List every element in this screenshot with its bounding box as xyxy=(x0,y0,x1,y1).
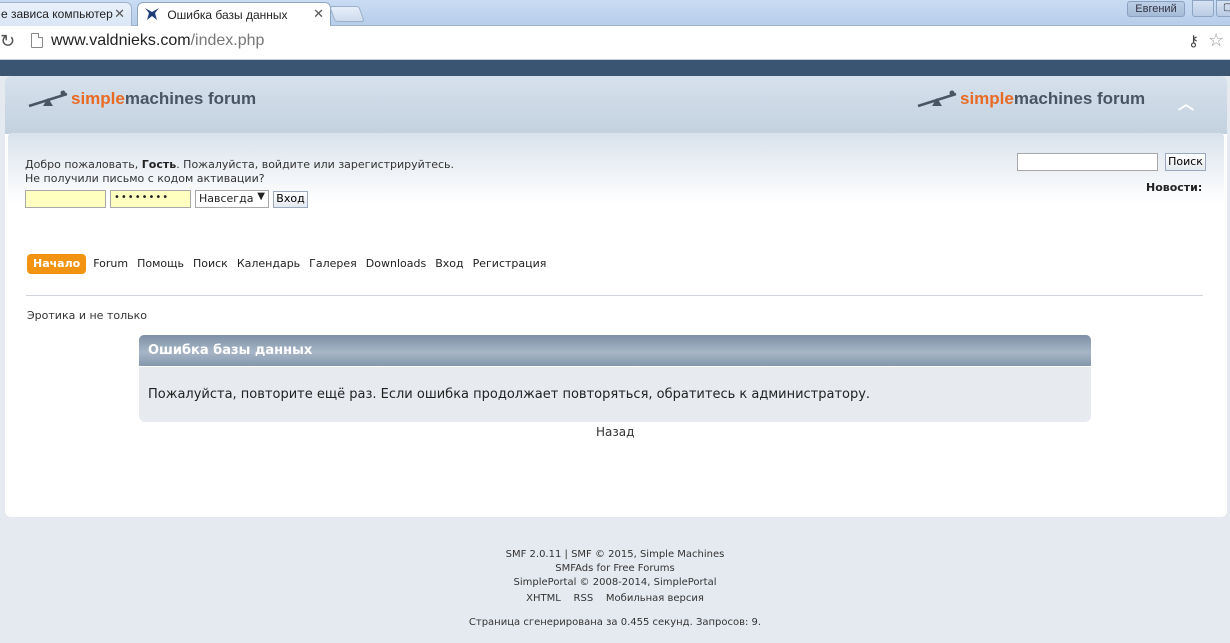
footer-link-rss[interactable]: RSS xyxy=(574,593,594,604)
window-button[interactable]: ▢ xyxy=(1216,0,1230,17)
address-bar[interactable]: www.valdnieks.com/index.php xyxy=(51,32,264,50)
star-icon[interactable]: ☆ xyxy=(1208,30,1224,51)
page-icon xyxy=(31,33,43,48)
back-link[interactable]: Назад xyxy=(596,425,634,439)
seesaw-logo-icon xyxy=(28,90,68,108)
welcome-text: Добро пожаловать, Гость. Пожалуйста, вой… xyxy=(25,158,455,185)
search-input[interactable] xyxy=(1017,153,1158,171)
session-length-select[interactable]: Навсегда ▼ xyxy=(195,190,269,208)
error-title: Ошибка базы данных xyxy=(139,335,1091,366)
close-icon[interactable]: ✕ xyxy=(114,6,125,22)
search-button[interactable]: Поиск xyxy=(1165,153,1206,171)
reload-icon[interactable]: ↻ xyxy=(0,33,15,51)
menu-item-search[interactable]: Поиск xyxy=(189,254,232,274)
footer-copyright[interactable]: SMF 2.0.11 | SMF © 2015, Simple Machines xyxy=(0,548,1230,562)
main-menu: Начало Forum Помощь Поиск Календарь Галерея Do… xyxy=(27,254,551,274)
footer-link-mobile[interactable]: Мобильная версия xyxy=(606,593,704,604)
url-path: /index.php xyxy=(190,32,265,49)
news-label: Новости: xyxy=(1146,181,1203,194)
smf-logo[interactable]: simplemachines forum xyxy=(916,89,1145,111)
divider xyxy=(26,295,1203,296)
menu-item-forum[interactable]: Forum xyxy=(89,254,132,274)
login-button[interactable]: Вход xyxy=(273,191,308,208)
menu-item-downloads[interactable]: Downloads xyxy=(362,254,430,274)
tab-title: е зависа компьютер xyxy=(1,7,113,21)
tab-title: Ошибка базы данных xyxy=(167,8,288,22)
footer: SMF 2.0.11 | SMF © 2015, Simple Machines… xyxy=(0,548,1230,630)
password-input[interactable]: •••••••• xyxy=(110,190,191,208)
activation-link[interactable]: Не получили письмо с кодом активации? xyxy=(25,172,265,185)
browser-tab[interactable]: е зависа компьютер ✕ xyxy=(0,2,132,26)
footer-link-xhtml[interactable]: XHTML xyxy=(526,593,561,604)
seesaw-logo-icon xyxy=(917,90,957,108)
menu-item-gallery[interactable]: Галерея xyxy=(305,254,361,274)
forum-wrapper: simplemachines forum simplemachines foru… xyxy=(5,76,1227,517)
close-icon[interactable]: ✕ xyxy=(313,6,324,22)
breadcrumb[interactable]: Эротика и не только xyxy=(27,309,147,322)
dropdown-arrow-icon: ▼ xyxy=(257,191,265,202)
footer-links: XHTML RSS Мобильная версия xyxy=(0,592,1230,606)
user-section: Добро пожаловать, Гость. Пожалуйста, вой… xyxy=(8,133,1224,208)
username-input[interactable] xyxy=(25,190,106,208)
key-icon[interactable]: ⚷ xyxy=(1188,32,1199,50)
profile-button[interactable]: Евгений xyxy=(1127,1,1185,17)
menu-item-register[interactable]: Регистрация xyxy=(469,254,551,274)
browser-tab-active[interactable]: Ошибка базы данных ✕ xyxy=(137,2,331,26)
minimize-button[interactable] xyxy=(1192,0,1214,17)
footer-portal[interactable]: SimplePortal © 2008-2014, SimplePortal xyxy=(0,576,1230,590)
new-tab-button[interactable] xyxy=(329,6,365,22)
forum-header: simplemachines forum simplemachines foru… xyxy=(5,76,1227,134)
menu-item-help[interactable]: Помощь xyxy=(133,254,188,274)
menu-item-login[interactable]: Вход xyxy=(431,254,467,274)
browser-toolbar: ↻ www.valdnieks.com/index.php ⚷ ☆ xyxy=(0,26,1230,60)
favicon-icon xyxy=(145,8,159,20)
browser-tabstrip: е зависа компьютер ✕ Ошибка базы данных … xyxy=(0,0,1230,26)
window-icon: ▢ xyxy=(1223,2,1230,13)
forum-logo[interactable]: simplemachines forum xyxy=(27,89,256,111)
menu-item-calendar[interactable]: Календарь xyxy=(233,254,304,274)
footer-generated: Страница сгенерирована за 0.455 секунд. … xyxy=(468,617,762,628)
footer-ads[interactable]: SMFAds for Free Forums xyxy=(0,562,1230,576)
error-message: Пожалуйста, повторите ещё раз. Если ошиб… xyxy=(139,367,1091,422)
collapse-header-icon[interactable]: ︿ xyxy=(1177,90,1195,113)
menu-item-home[interactable]: Начало xyxy=(27,254,87,274)
top-band xyxy=(0,60,1230,76)
url-host: www.valdnieks.com xyxy=(51,32,191,49)
guest-name: Гость xyxy=(141,158,177,171)
